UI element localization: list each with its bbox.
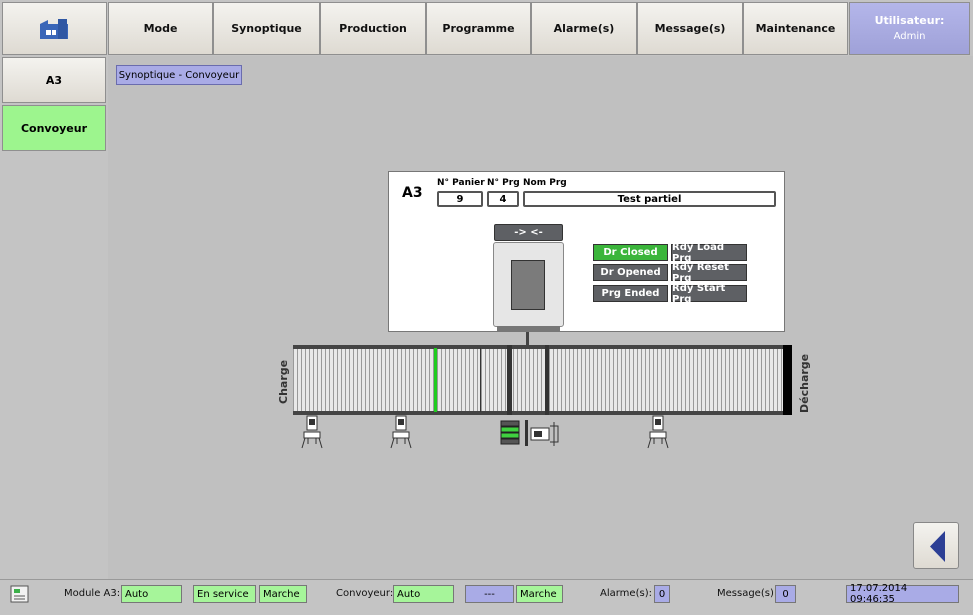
sidebar-item-a3[interactable]: A3 (2, 57, 106, 103)
factory-icon (39, 18, 68, 39)
basket-stack-icon (500, 420, 559, 446)
conveyor-divider-3 (480, 348, 481, 412)
conveyor-position-marker (434, 348, 437, 412)
module-label: Module A3: (64, 588, 121, 599)
decharge-label: Décharge (798, 353, 811, 413)
nav-maintenance[interactable]: Maintenance (743, 2, 848, 55)
rdy-reset-prg-button[interactable]: Rdy Reset Prg (671, 262, 747, 284)
prg-value: 4 (487, 191, 519, 207)
back-arrow-icon (930, 531, 945, 562)
nav-alarmes[interactable]: Alarme(s) (531, 2, 637, 55)
nav-production[interactable]: Production (320, 2, 426, 55)
prg-ended-button[interactable]: Prg Ended (593, 285, 668, 302)
machine-support (526, 332, 529, 346)
breadcrumb: Synoptique - Convoyeur (116, 65, 242, 85)
message-count[interactable]: 0 (775, 585, 796, 603)
back-button[interactable] (913, 522, 959, 569)
door-close-button[interactable]: -> <- (494, 224, 563, 241)
nav-messages[interactable]: Message(s) (637, 2, 743, 55)
station-title: A3 (402, 185, 423, 201)
rdy-load-prg-button[interactable]: Rdy Load Prg (671, 242, 747, 264)
home-button[interactable] (2, 2, 107, 55)
dr-closed-button[interactable]: Dr Closed (593, 244, 668, 261)
message-label: Message(s): (717, 588, 778, 599)
module-mode: Auto (121, 585, 182, 603)
rdy-start-prg-button[interactable]: Rdy Start Prg (671, 283, 747, 305)
conveyor-label: Convoyeur: (336, 588, 394, 599)
nav-synoptique[interactable]: Synoptique (213, 2, 320, 55)
panier-label: N° Panier (437, 178, 485, 188)
panier-value: 9 (437, 191, 483, 207)
user-name: Admin (893, 30, 926, 42)
sidebar-item-convoyeur[interactable]: Convoyeur (2, 105, 106, 151)
gripper-icon (390, 415, 412, 449)
conveyor-end-stop (783, 345, 792, 415)
gripper-icon (647, 415, 669, 449)
nav-programme[interactable]: Programme (426, 2, 531, 55)
module-state: En service (193, 585, 256, 603)
report-icon[interactable] (9, 583, 31, 605)
gripper-icon (301, 415, 323, 449)
user-title: Utilisateur: (874, 13, 945, 27)
prg-label: N° Prg (487, 178, 520, 188)
conveyor-mode: Auto (393, 585, 454, 603)
alarm-count[interactable]: 0 (654, 585, 670, 603)
nom-value: Test partiel (523, 191, 776, 207)
machine-window (511, 260, 545, 310)
datetime: 17.07.2014 09:46:35 (846, 583, 959, 605)
alarm-label: Alarme(s): (600, 588, 652, 599)
conveyor-divider-2 (545, 345, 549, 415)
conveyor-divider-1 (507, 345, 512, 415)
charge-label: Charge (277, 359, 290, 404)
nom-label: Nom Prg (523, 178, 567, 188)
nav-mode[interactable]: Mode (108, 2, 213, 55)
module-run: Marche (259, 585, 307, 603)
conveyor-run: Marche (516, 585, 563, 603)
user-button[interactable]: Utilisateur: Admin (849, 2, 970, 55)
dr-opened-button[interactable]: Dr Opened (593, 264, 668, 281)
conveyor-blank: --- (465, 585, 514, 603)
conveyor-belt (293, 345, 787, 415)
